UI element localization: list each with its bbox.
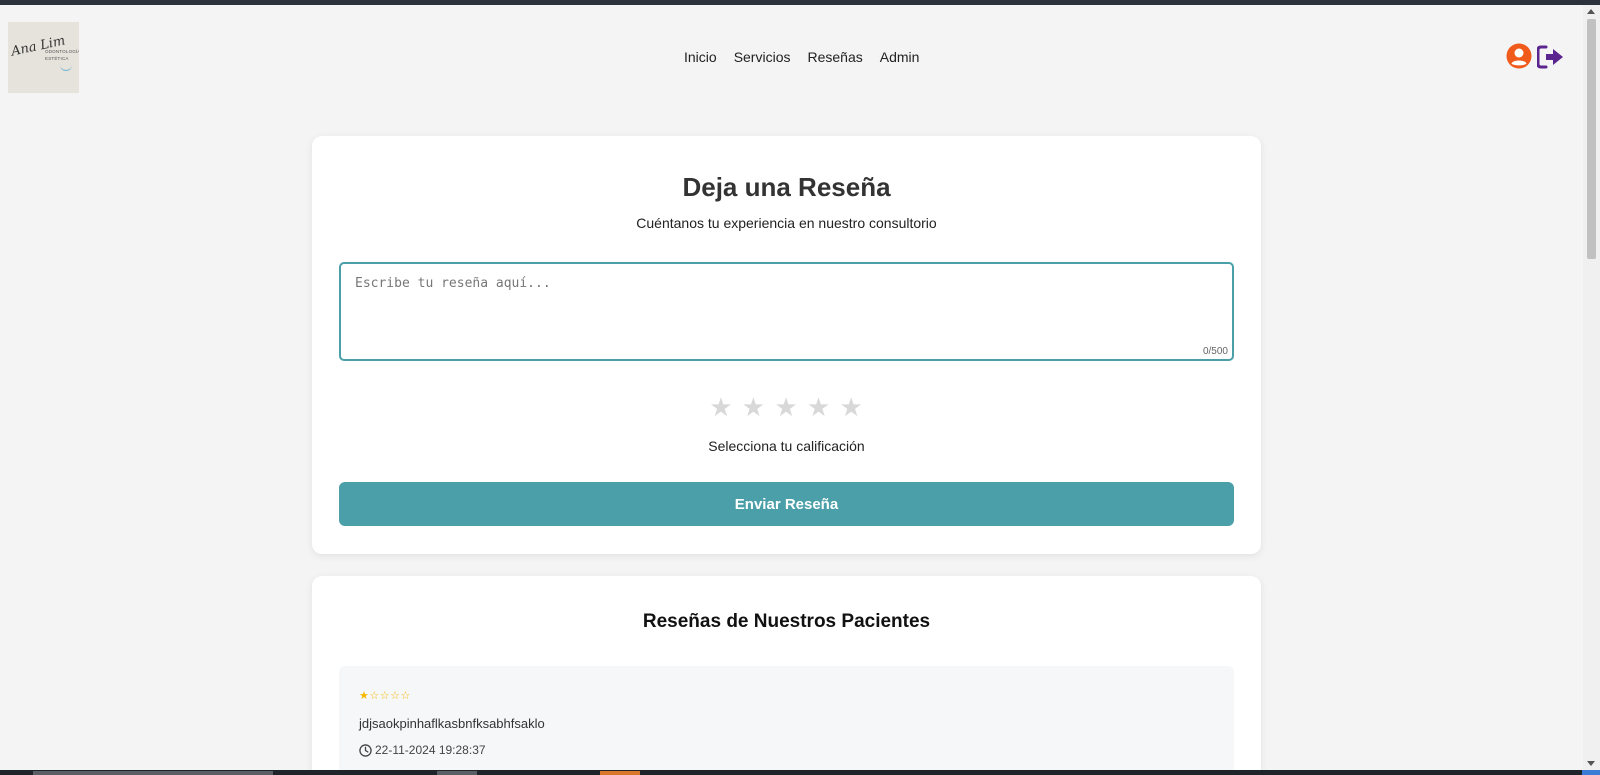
user-circle-icon[interactable] [1506,43,1532,69]
rating-star-3[interactable]: ★ [774,392,798,422]
nav-servicios[interactable]: Servicios [734,49,791,65]
taskbar-item[interactable] [600,771,640,775]
scroll-thumb[interactable] [1587,19,1596,259]
review-item-stars: ★☆☆☆☆ [359,690,411,702]
logo-tagline: ODONTOLOGÍA ESTÉTICA [45,49,79,61]
taskbar [0,770,1600,775]
main-nav: Inicio Servicios Reseñas Admin [684,49,919,65]
nav-admin[interactable]: Admin [880,49,920,65]
review-item-date: 22-11-2024 19:28:37 [359,743,486,757]
clock-icon [359,743,372,757]
rating-label: Selecciona tu calificación [708,438,865,454]
nav-resenas[interactable]: Reseñas [807,49,862,65]
taskbar-item[interactable] [437,771,477,775]
rating-star-4[interactable]: ★ [807,392,831,422]
nav-inicio[interactable]: Inicio [684,49,717,65]
rating-star-1[interactable]: ★ [709,392,733,422]
review-form-title: Deja una Reseña [682,172,891,202]
logo-swoosh [60,64,72,71]
review-textarea[interactable] [339,262,1234,361]
char-counter: 0/500 [1202,346,1228,357]
taskbar-item[interactable] [33,771,273,775]
scroll-down-arrow-icon[interactable] [1587,761,1595,766]
review-item-date-text: 22-11-2024 19:28:37 [375,743,486,757]
page: Ana Lim ODONTOLOGÍA ESTÉTICA Inicio Serv… [0,5,1583,770]
review-item: ★☆☆☆☆ jdjsaokpinhaflkasbnfksabhfsaklo 22… [339,666,1234,770]
scroll-up-arrow-icon[interactable] [1587,9,1595,14]
review-form-card: Deja una Reseña Cuéntanos tu experiencia… [312,136,1261,554]
reviews-list-card: Reseñas de Nuestros Pacientes ★☆☆☆☆ jdjs… [312,576,1261,770]
reviews-list-title: Reseñas de Nuestros Pacientes [642,611,931,632]
clinic-logo[interactable]: Ana Lim ODONTOLOGÍA ESTÉTICA [8,22,79,93]
rating-star-5[interactable]: ★ [839,392,863,422]
review-item-text: jdjsaokpinhaflkasbnfksabhfsaklo [359,716,545,731]
vertical-scrollbar[interactable] [1583,5,1600,770]
rating-star-2[interactable]: ★ [742,392,766,422]
logout-icon[interactable] [1537,45,1565,69]
rating-stars: ★ ★ ★ ★ ★ [312,392,1261,423]
review-form-subtitle: Cuéntanos tu experiencia en nuestro cons… [636,215,937,231]
taskbar-item[interactable] [1582,770,1600,775]
submit-review-button[interactable]: Enviar Reseña [339,482,1234,526]
review-textarea-wrapper: 0/500 [339,262,1234,361]
